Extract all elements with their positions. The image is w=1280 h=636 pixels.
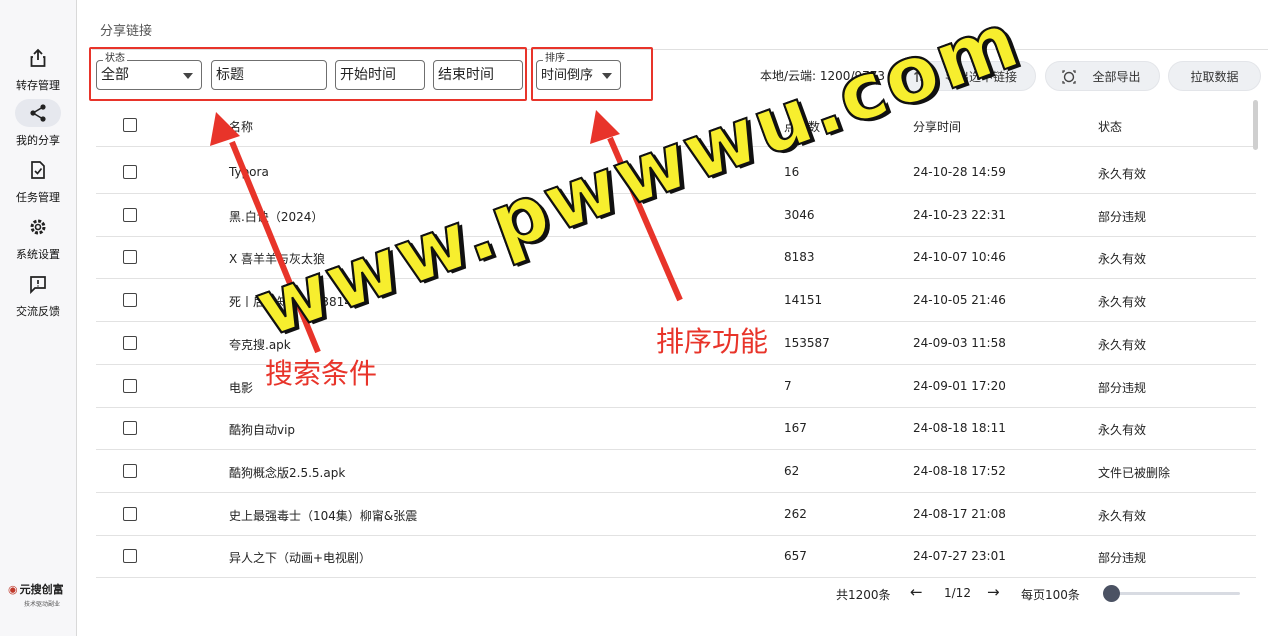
row-checkbox[interactable] (123, 549, 137, 564)
logo-title: 元搜创富 (19, 583, 64, 596)
pagination-total: 共1200条 (836, 588, 891, 602)
sidebar-item-transfer[interactable]: 转存管理 (0, 44, 76, 93)
row-name: 黑.白诀（2024） (229, 209, 324, 224)
search-annotation-box (89, 47, 527, 101)
sidebar: 转存管理 我的分享 任务管理 系统设置 交流反馈 ◉ 元搜创富 技术驱动副业 (0, 0, 77, 636)
share-upload-icon (15, 44, 61, 72)
row-clicks: 153587 (784, 335, 830, 350)
page-title: 分享链接 (100, 24, 153, 39)
row-status: 部分违规 (1098, 209, 1147, 224)
row-checkbox[interactable] (123, 165, 137, 179)
logo-subtitle: 技术驱动副业 (24, 601, 61, 608)
row-checkbox[interactable] (123, 335, 137, 350)
sidebar-item-tasks[interactable]: 任务管理 (0, 156, 76, 205)
sidebar-item-my-share[interactable]: 我的分享 (0, 99, 76, 148)
row-status: 永久有效 (1098, 337, 1147, 352)
row-name: 酷狗概念版2.5.5.apk (229, 465, 346, 480)
gear-icon (15, 213, 61, 241)
sidebar-item-feedback[interactable]: 交流反馈 (0, 270, 76, 319)
row-checkbox[interactable] (123, 207, 137, 222)
export-all-label: 全部导出 (1092, 70, 1141, 84)
sort-annotation-box (531, 47, 653, 101)
table-row[interactable]: 异人之下（动画+电视剧） 657 24-07-27 23:01 部分违规 (96, 535, 1256, 579)
brand-logo: ◉ 元搜创富 技术驱动副业 (8, 581, 72, 609)
search-annotation-label: 搜索条件 (265, 357, 378, 390)
table-row[interactable]: 酷狗概念版2.5.5.apk 62 24-08-18 17:52 文件已被删除 (96, 450, 1256, 493)
fetch-data-button[interactable]: 拉取数据 (1168, 61, 1261, 91)
row-clicks: 14151 (784, 293, 823, 308)
row-checkbox[interactable] (123, 293, 137, 308)
prev-page-icon[interactable]: ← (910, 583, 923, 601)
select-all-checkbox[interactable] (123, 118, 137, 132)
row-status: 文件已被删除 (1098, 465, 1171, 480)
row-share-time: 24-08-18 17:52 (913, 463, 1006, 478)
row-checkbox[interactable] (123, 506, 137, 521)
row-checkbox[interactable] (123, 463, 137, 478)
sidebar-item-label: 我的分享 (16, 134, 60, 147)
row-share-time: 24-10-05 21:46 (913, 293, 1006, 308)
row-share-time: 24-10-28 14:59 (913, 165, 1006, 179)
feedback-icon (15, 270, 61, 298)
row-clicks: 8183 (784, 250, 815, 265)
row-name: 酷狗自动vip (229, 423, 296, 438)
header-time: 分享时间 (913, 120, 962, 134)
header-status: 状态 (1098, 120, 1123, 134)
row-share-time: 24-08-18 18:11 (913, 421, 1006, 436)
row-status: 永久有效 (1098, 252, 1147, 267)
row-status: 永久有效 (1098, 167, 1147, 181)
select-all-icon (1062, 70, 1076, 84)
fetch-data-label: 拉取数据 (1190, 70, 1239, 84)
per-page-label: 每页100条 (1021, 588, 1080, 602)
task-check-icon (15, 156, 61, 184)
row-share-time: 24-09-03 11:58 (913, 335, 1006, 350)
row-clicks: 3046 (784, 207, 815, 222)
row-name: Typora (229, 165, 269, 179)
row-share-time: 24-07-27 23:01 (913, 549, 1006, 564)
row-status: 部分违规 (1098, 551, 1147, 566)
row-status: 永久有效 (1098, 423, 1147, 438)
per-page-slider[interactable] (1112, 592, 1240, 595)
row-checkbox[interactable] (123, 250, 137, 265)
share-nodes-icon (15, 99, 61, 127)
row-clicks: 62 (784, 463, 800, 478)
row-share-time: 24-10-23 22:31 (913, 207, 1006, 222)
sidebar-item-label: 任务管理 (16, 191, 60, 204)
row-status: 永久有效 (1098, 295, 1147, 310)
sidebar-item-label: 转存管理 (16, 79, 60, 92)
export-all-button[interactable]: 全部导出 (1045, 61, 1160, 91)
row-status: 永久有效 (1098, 508, 1147, 523)
logo-mark-icon: ◉ (8, 582, 18, 596)
row-checkbox[interactable] (123, 378, 137, 393)
header-name: 名称 (229, 120, 254, 134)
next-page-icon[interactable]: → (987, 583, 1000, 601)
row-name: 电影 (229, 380, 254, 395)
row-clicks: 262 (784, 506, 807, 521)
table-row[interactable]: 酷狗自动vip 167 24-08-18 18:11 永久有效 (96, 407, 1256, 451)
sidebar-item-settings[interactable]: 系统设置 (0, 213, 76, 262)
pagination-page: 1/12 (944, 586, 971, 600)
row-name: 史上最强毒士（104集）柳甯&张震 (229, 508, 418, 523)
sidebar-item-label: 系统设置 (16, 248, 60, 261)
sidebar-item-label: 交流反馈 (16, 305, 60, 318)
row-name: 异人之下（动画+电视剧） (229, 551, 372, 566)
row-status: 部分违规 (1098, 380, 1147, 395)
table-row[interactable]: 史上最强毒士（104集）柳甯&张震 262 24-08-17 21:08 永久有效 (96, 493, 1256, 536)
per-page-slider-knob[interactable] (1103, 585, 1120, 602)
row-clicks: 7 (784, 378, 792, 393)
row-clicks: 657 (784, 549, 807, 564)
row-share-time: 24-09-01 17:20 (913, 378, 1006, 393)
row-checkbox[interactable] (123, 421, 137, 436)
table-scrollbar[interactable] (1253, 100, 1258, 150)
sort-annotation-label: 排序功能 (656, 325, 769, 358)
row-share-time: 24-10-07 10:46 (913, 250, 1006, 265)
row-clicks: 167 (784, 421, 807, 436)
row-share-time: 24-08-17 21:08 (913, 506, 1006, 521)
